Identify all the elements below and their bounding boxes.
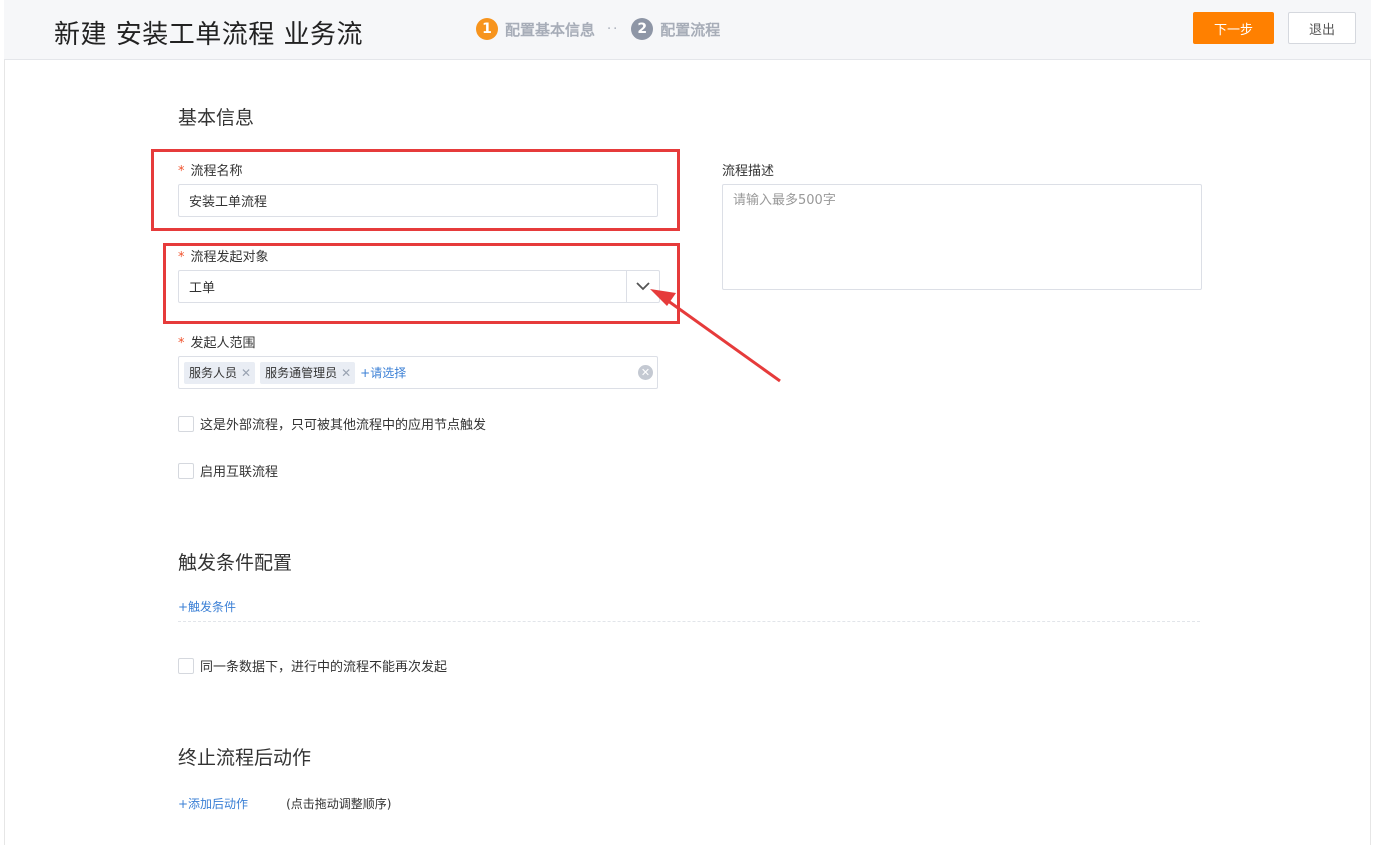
step-number-1: 1 <box>476 18 498 40</box>
flow-description-label: 流程描述 <box>722 164 775 179</box>
add-trigger-link[interactable]: +触发条件 <box>178 598 236 615</box>
step-label-1: 配置基本信息 <box>505 20 596 39</box>
step-indicator: 1 配置基本信息 ·· 2 配置流程 <box>476 17 720 41</box>
step-basic-info[interactable]: 1 配置基本信息 <box>476 18 595 40</box>
interconnect-flow-label: 启用互联流程 <box>200 465 279 480</box>
step-label-2: 配置流程 <box>660 20 721 39</box>
section-title-after-actions: 终止流程后动作 <box>178 747 312 769</box>
interconnect-flow-checkbox[interactable] <box>178 462 194 479</box>
no-repeat-option[interactable]: 同一条数据下，进行中的流程不能再次发起 <box>178 656 447 675</box>
scope-tag: 服务人员 ✕ <box>184 361 256 384</box>
remove-tag-icon[interactable]: ✕ <box>241 366 251 380</box>
scope-tag-label: 服务人员 <box>189 366 238 380</box>
external-flow-label: 这是外部流程，只可被其他流程中的应用节点触发 <box>200 418 487 433</box>
section-title-basic-info: 基本信息 <box>178 107 255 129</box>
scope-tag-label: 服务通管理员 <box>265 366 338 380</box>
scope-tag: 服务通管理员 ✕ <box>260 361 356 384</box>
initiator-scope-label: * 发起人范围 <box>178 332 256 351</box>
remove-tag-icon[interactable]: ✕ <box>341 366 351 380</box>
annotation-highlight-flow-name <box>151 149 680 231</box>
section-title-trigger: 触发条件配置 <box>178 552 293 574</box>
step-number-2: 2 <box>631 18 654 40</box>
add-scope-link[interactable]: +请选择 <box>360 364 406 381</box>
drag-hint: (点击拖动调整顺序) <box>286 797 392 811</box>
flow-description-placeholder: 请输入最多500字 <box>733 193 836 208</box>
step-separator: ·· <box>607 21 620 37</box>
initiator-scope-label-text: 发起人范围 <box>190 336 256 351</box>
initiator-scope-multiselect[interactable]: 服务人员 ✕ 服务通管理员 ✕ +请选择 ✕ <box>178 356 658 389</box>
clear-icon[interactable]: ✕ <box>638 365 653 380</box>
required-mark: * <box>178 336 185 351</box>
no-repeat-checkbox[interactable] <box>178 657 194 674</box>
external-flow-checkbox[interactable] <box>178 415 194 432</box>
divider <box>178 621 1200 622</box>
no-repeat-label: 同一条数据下，进行中的流程不能再次发起 <box>200 660 448 675</box>
external-flow-option[interactable]: 这是外部流程，只可被其他流程中的应用节点触发 <box>178 414 486 433</box>
flow-description-textarea[interactable]: 请输入最多500字 <box>722 184 1202 290</box>
after-actions-row: +添加后动作 (点击拖动调整顺序) <box>178 795 391 812</box>
exit-button[interactable]: 退出 <box>1288 12 1356 44</box>
annotation-highlight-initiator-object <box>163 243 680 324</box>
next-step-button[interactable]: 下一步 <box>1193 12 1274 44</box>
page-title: 新建 安装工单流程 业务流 <box>54 20 364 50</box>
interconnect-flow-option[interactable]: 启用互联流程 <box>178 461 278 480</box>
add-after-action-link[interactable]: +添加后动作 <box>178 795 248 812</box>
step-configure-flow[interactable]: 2 配置流程 <box>631 18 720 40</box>
